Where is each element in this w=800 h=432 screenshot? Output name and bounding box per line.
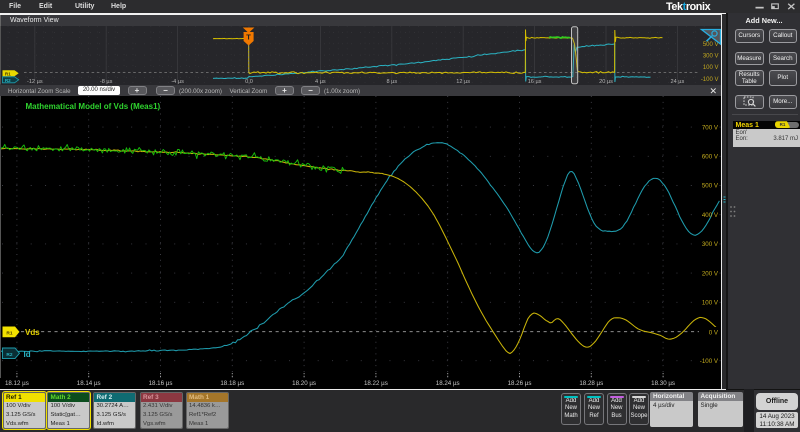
svg-text:R1: R1: [5, 71, 11, 76]
svg-text:500 V: 500 V: [702, 183, 719, 190]
svg-text:600 V: 600 V: [702, 154, 719, 161]
svg-text:200 V: 200 V: [702, 270, 719, 277]
svg-text:R2: R2: [5, 78, 11, 83]
svg-text:500 V: 500 V: [703, 42, 719, 48]
svg-text:400 V: 400 V: [702, 212, 719, 219]
svg-text:Id: Id: [24, 350, 31, 359]
svg-text:T: T: [246, 33, 251, 42]
svg-text:300 V: 300 V: [703, 54, 719, 60]
svg-text:0 V: 0 V: [709, 330, 719, 337]
svg-text:700 V: 700 V: [702, 124, 719, 131]
svg-text:300 V: 300 V: [702, 241, 719, 248]
svg-text:100 V: 100 V: [703, 65, 719, 71]
svg-text:R2: R2: [6, 352, 12, 358]
svg-text:100 V: 100 V: [702, 300, 719, 307]
svg-text:R1: R1: [6, 331, 12, 337]
svg-text:-100 V: -100 V: [700, 358, 719, 365]
svg-text:Vds: Vds: [25, 328, 40, 337]
svg-text:Mathematical Model of Vds (Mea: Mathematical Model of Vds (Meas1): [26, 102, 161, 111]
svg-text:-100 V: -100 V: [701, 77, 719, 83]
